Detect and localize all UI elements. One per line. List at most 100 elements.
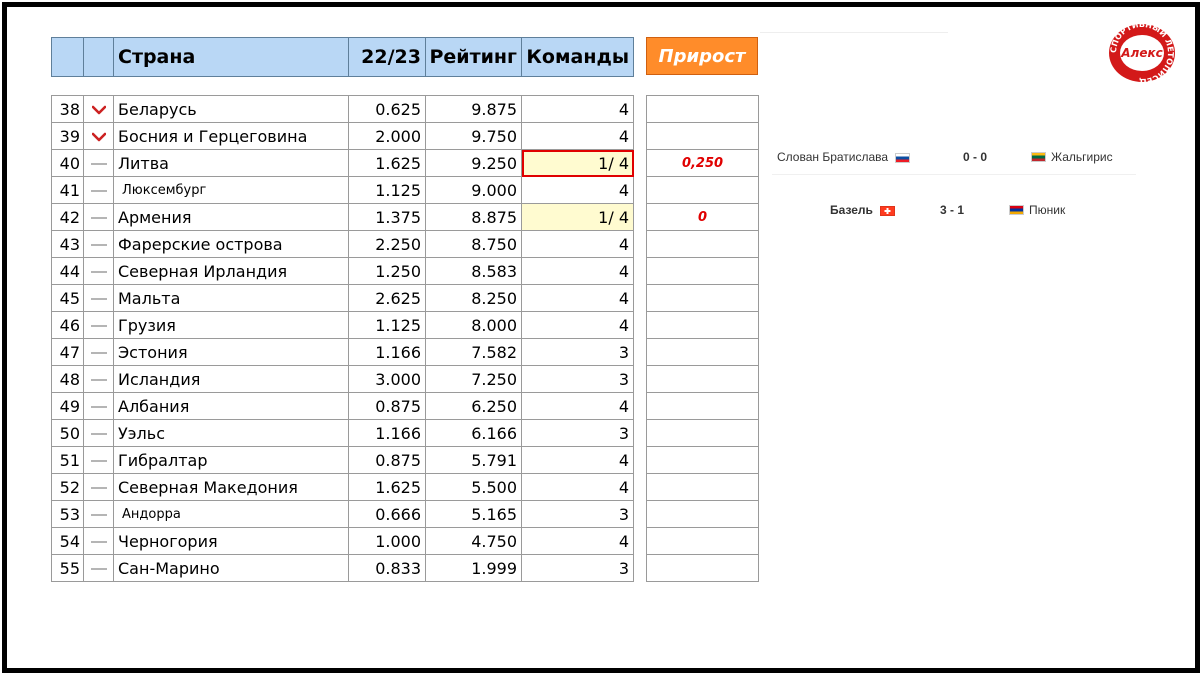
country-cell: Литва bbox=[113, 149, 349, 177]
table-row[interactable]: 43 Фарерские острова 2.250 8.750 4 bbox=[51, 230, 634, 258]
table-row[interactable]: 52 Северная Македония 1.625 5.500 4 bbox=[51, 473, 634, 501]
country-cell: Люксембург bbox=[113, 176, 349, 204]
header-country[interactable]: Страна bbox=[113, 37, 349, 77]
dash-icon bbox=[90, 352, 107, 354]
season-cell: 0.875 bbox=[348, 392, 426, 420]
growth-cell bbox=[646, 122, 759, 150]
growth-cell bbox=[646, 95, 759, 123]
growth-cell bbox=[646, 446, 759, 474]
trend-cell bbox=[83, 473, 114, 501]
table-row[interactable]: 39 Босния и Герцеговина 2.000 9.750 4 bbox=[51, 122, 634, 150]
rating-cell: 5.500 bbox=[425, 473, 522, 501]
trend-cell bbox=[83, 203, 114, 231]
growth-row bbox=[646, 500, 759, 528]
match-row[interactable]: Слован Братислава 0 - 0 Жальгирис bbox=[777, 150, 1137, 164]
rating-cell: 9.000 bbox=[425, 176, 522, 204]
rank-cell: 44 bbox=[51, 257, 84, 285]
table-row[interactable]: 48 Исландия 3.000 7.250 3 bbox=[51, 365, 634, 393]
teams-cell: 3 bbox=[521, 419, 634, 447]
rank-cell: 41 bbox=[51, 176, 84, 204]
rank-cell: 51 bbox=[51, 446, 84, 474]
growth-row bbox=[646, 365, 759, 393]
trend-cell bbox=[83, 176, 114, 204]
rank-cell: 45 bbox=[51, 284, 84, 312]
country-cell: Уэльс bbox=[113, 419, 349, 447]
growth-row bbox=[646, 527, 759, 555]
trend-cell bbox=[83, 554, 114, 582]
table-row[interactable]: 44 Северная Ирландия 1.250 8.583 4 bbox=[51, 257, 634, 285]
dash-icon bbox=[90, 271, 107, 273]
rank-cell: 47 bbox=[51, 338, 84, 366]
away-team: Жальгирис bbox=[1051, 150, 1113, 164]
growth-row bbox=[646, 230, 759, 258]
table-row[interactable]: 55 Сан-Марино 0.833 1.999 3 bbox=[51, 554, 634, 582]
teams-cell: 1/ 4 bbox=[521, 203, 634, 231]
growth-cell bbox=[646, 230, 759, 258]
country-cell: Армения bbox=[113, 203, 349, 231]
trend-cell bbox=[83, 257, 114, 285]
teams-cell: 3 bbox=[521, 554, 634, 582]
rank-cell: 42 bbox=[51, 203, 84, 231]
growth-cell bbox=[646, 473, 759, 501]
trend-cell bbox=[83, 446, 114, 474]
rank-cell: 40 bbox=[51, 149, 84, 177]
divider bbox=[760, 32, 948, 33]
table-row[interactable]: 50 Уэльс 1.166 6.166 3 bbox=[51, 419, 634, 447]
dash-icon bbox=[90, 487, 107, 489]
rank-cell: 54 bbox=[51, 527, 84, 555]
header-season[interactable]: 22/23 bbox=[348, 37, 426, 77]
header-teams[interactable]: Команды bbox=[521, 37, 634, 77]
table-row[interactable]: 49 Албания 0.875 6.250 4 bbox=[51, 392, 634, 420]
rating-cell: 6.166 bbox=[425, 419, 522, 447]
growth-row bbox=[646, 95, 759, 123]
growth-row bbox=[646, 338, 759, 366]
dash-icon bbox=[90, 298, 107, 300]
trend-cell bbox=[83, 365, 114, 393]
table-row[interactable]: 47 Эстония 1.166 7.582 3 bbox=[51, 338, 634, 366]
header-rating[interactable]: Рейтинг bbox=[425, 37, 522, 77]
teams-cell: 4 bbox=[521, 284, 634, 312]
season-cell: 1.625 bbox=[348, 473, 426, 501]
match-row[interactable]: Базель 3 - 1 Пюник bbox=[830, 203, 1130, 217]
growth-cell bbox=[646, 311, 759, 339]
table-row[interactable]: 54 Черногория 1.000 4.750 4 bbox=[51, 527, 634, 555]
season-cell: 1.000 bbox=[348, 527, 426, 555]
rating-cell: 7.582 bbox=[425, 338, 522, 366]
trend-cell bbox=[83, 338, 114, 366]
teams-cell: 1/ 4 bbox=[521, 149, 634, 177]
table-row[interactable]: 46 Грузия 1.125 8.000 4 bbox=[51, 311, 634, 339]
country-cell: Босния и Герцеговина bbox=[113, 122, 349, 150]
dash-icon bbox=[90, 433, 107, 435]
teams-cell: 4 bbox=[521, 122, 634, 150]
rank-cell: 55 bbox=[51, 554, 84, 582]
trend-cell bbox=[83, 392, 114, 420]
country-cell: Албания bbox=[113, 392, 349, 420]
season-cell: 1.625 bbox=[348, 149, 426, 177]
growth-row: 0 bbox=[646, 203, 759, 231]
teams-cell: 4 bbox=[521, 257, 634, 285]
dash-icon bbox=[90, 406, 107, 408]
growth-row bbox=[646, 284, 759, 312]
rank-cell: 49 bbox=[51, 392, 84, 420]
teams-cell: 4 bbox=[521, 473, 634, 501]
trend-cell bbox=[83, 419, 114, 447]
growth-cell: 0,250 bbox=[646, 149, 759, 177]
trend-cell bbox=[83, 311, 114, 339]
table-row[interactable]: 41 Люксембург 1.125 9.000 4 bbox=[51, 176, 634, 204]
season-cell: 3.000 bbox=[348, 365, 426, 393]
dash-icon bbox=[90, 325, 107, 327]
growth-row bbox=[646, 554, 759, 582]
table-row[interactable]: 40 Литва 1.625 9.250 1/ 4 bbox=[51, 149, 634, 177]
home-team: Слован Братислава bbox=[777, 150, 889, 164]
table-row[interactable]: 51 Гибралтар 0.875 5.791 4 bbox=[51, 446, 634, 474]
table-row[interactable]: 53 Андорра 0.666 5.165 3 bbox=[51, 500, 634, 528]
table-row[interactable]: 38 Беларусь 0.625 9.875 4 bbox=[51, 95, 634, 123]
growth-cell bbox=[646, 257, 759, 285]
rating-cell: 8.250 bbox=[425, 284, 522, 312]
season-cell: 1.125 bbox=[348, 311, 426, 339]
growth-row bbox=[646, 311, 759, 339]
logo-icon: СПОРТИВНЫЙ ЛЕТОПИСЕЦ Алекс bbox=[1109, 22, 1175, 84]
table-row[interactable]: 45 Мальта 2.625 8.250 4 bbox=[51, 284, 634, 312]
table-row[interactable]: 42 Армения 1.375 8.875 1/ 4 bbox=[51, 203, 634, 231]
trend-cell bbox=[83, 149, 114, 177]
